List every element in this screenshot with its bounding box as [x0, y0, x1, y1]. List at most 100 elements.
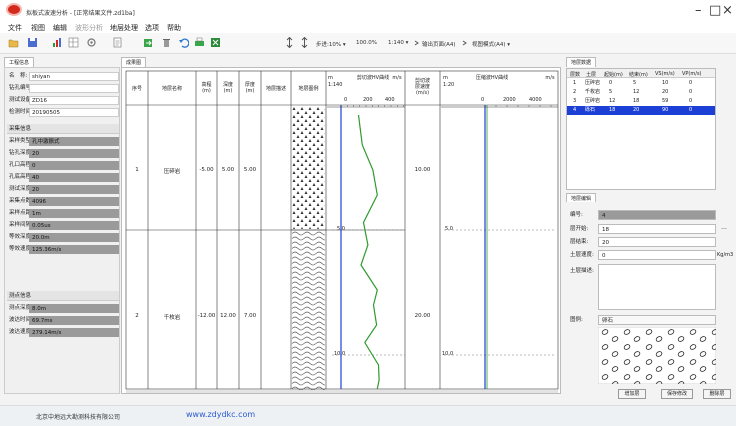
legend-select[interactable]: 卵石	[598, 315, 716, 325]
table-row[interactable]: 1 压碎岩 0 5 10 0	[567, 79, 715, 88]
hole-number-field[interactable]	[29, 84, 119, 93]
table-row[interactable]: 3 压碎岩 12 18 59 0	[567, 97, 715, 106]
zoom-percent[interactable]: 100.0%	[356, 40, 377, 46]
header-legend: 地层图例	[298, 86, 319, 92]
layer-data-grid: 层数 土层 起始(m) 结束(m) VS(m/s) VP(m/s) 1 压碎岩 0 5…	[566, 68, 716, 190]
print-icon[interactable]	[194, 37, 205, 48]
vp-scale: 1:20	[443, 82, 455, 88]
prop-row: 测试深度: 20	[7, 184, 119, 195]
close-button[interactable]: ×	[722, 4, 733, 17]
edit-row: 层开始: 18	[566, 224, 716, 234]
prop-row: 孔底高程: 40	[7, 172, 119, 183]
vs-unit: m/s	[392, 75, 402, 81]
header-layer-name: 地层名称	[161, 86, 182, 92]
vs-tick-label: 200	[363, 97, 373, 103]
velocity-unit: Kg/m3	[717, 252, 734, 258]
horizontal-scrollbar[interactable]	[126, 390, 558, 393]
number-field[interactable]: 4	[598, 210, 716, 220]
open-folder-icon[interactable]	[8, 37, 19, 48]
layer-thickness: 7.00	[243, 313, 257, 319]
description-textarea[interactable]	[598, 264, 716, 310]
column-header: 层数	[570, 72, 581, 78]
prop-row: 钻孔编号:	[7, 83, 119, 94]
document-icon[interactable]	[112, 37, 123, 48]
tab-layer-data[interactable]: 地层数据	[566, 57, 597, 67]
chart-icon[interactable]	[52, 37, 63, 48]
header-thickness: 厚度 (m)	[244, 82, 255, 94]
start-field[interactable]: 18	[598, 224, 716, 234]
move-up-down-icon[interactable]	[284, 37, 295, 48]
grid-icon[interactable]	[68, 37, 79, 48]
prop-row: 测试设备: ZD16	[7, 95, 119, 106]
step-dropdown[interactable]: 步进:10% ▾	[316, 40, 346, 48]
edit-row: 土层速度: 0	[566, 250, 716, 260]
maximize-button[interactable]: □	[709, 4, 721, 17]
project-name-field[interactable]: shiyan	[29, 72, 119, 81]
settings-icon[interactable]	[86, 37, 97, 48]
view-mode-dropdown[interactable]: 视图模式(A4) ▾	[472, 40, 510, 48]
vs-axis-ticks	[340, 105, 404, 107]
vp-unit: m/s	[545, 75, 555, 81]
vp-tick-label: 4000	[529, 97, 542, 103]
edit-row: 层结束: 20	[566, 237, 716, 247]
minimize-button[interactable]: –	[695, 4, 702, 17]
save-changes-button[interactable]: 保存修改	[661, 389, 693, 399]
scale-dropdown[interactable]: 1:140 ▾	[388, 40, 408, 46]
company-url[interactable]: www.zdydkc.com	[186, 410, 255, 419]
layer-depth: 5.00	[221, 167, 235, 173]
menu-file[interactable]: 文件	[8, 23, 22, 33]
device-field[interactable]: ZD16	[29, 96, 119, 105]
export-icon[interactable]	[143, 37, 154, 48]
table-row-selected[interactable]: 4 砾石 18 20 90 0	[567, 106, 715, 115]
menu-layer-processing[interactable]: 地层处理	[110, 23, 138, 33]
chevron-right-icon	[462, 40, 467, 46]
collect-section-title: 采集信息	[7, 124, 119, 134]
tab-result-sheet[interactable]: 成果图	[121, 57, 147, 67]
save-icon[interactable]	[27, 37, 38, 48]
menu-view[interactable]: 视图	[31, 23, 45, 33]
velocity-field[interactable]: 0	[598, 250, 716, 260]
layer-velocity: 10.00	[414, 167, 431, 173]
column-header: 起始(m)	[604, 72, 623, 78]
column-header: VP(m/s)	[682, 71, 702, 77]
prop-row: 检测时间: 20190505	[7, 107, 119, 118]
tab-project-info[interactable]: 工程信息	[4, 57, 35, 67]
output-page-dropdown[interactable]: 输出页面(A4)	[422, 40, 456, 48]
layer-editor: 编号: 4 层开始: 18 ... 层结束: 20 土层速度: 0 Kg/m3 土层描述…	[566, 202, 734, 402]
prop-row: 等效深度: 20.0m	[7, 232, 119, 243]
layer-depth: 12.00	[220, 313, 236, 319]
legend-phyllite-pattern	[292, 231, 325, 391]
vs-tick-label: 0	[344, 97, 348, 103]
prop-row: 等效速度: 125.36m/s	[7, 244, 119, 255]
menu-help[interactable]: 帮助	[167, 23, 181, 33]
header-depth: 深度 (m)	[222, 82, 233, 94]
vs-hv-chart	[327, 105, 405, 389]
table-row[interactable]: 2 千枚岩 5 12 20 0	[567, 88, 715, 97]
project-info-panel: 名 称: shiyan 钻孔编号: 测试设备: ZD16 检测时间: 20190505…	[4, 67, 120, 394]
column-header: 土层	[586, 72, 597, 78]
vp-depth-unit: m	[443, 75, 448, 81]
header-elevation: 高程 (m)	[201, 82, 212, 94]
layer-elevation: -12.00	[197, 313, 216, 319]
description-label: 土层描述:	[570, 268, 594, 274]
layer-velocity: 20.00	[414, 313, 431, 319]
layer-seq: 2	[135, 313, 139, 319]
app-logo-icon	[6, 3, 22, 16]
delete-icon[interactable]	[161, 37, 172, 48]
chevron-right-icon	[414, 40, 419, 46]
delete-layer-button[interactable]: 删除层	[703, 389, 731, 399]
menu-wave-analysis[interactable]: 波形分析	[75, 23, 103, 33]
excel-icon[interactable]	[210, 37, 221, 48]
test-time-field[interactable]: 20190505	[29, 108, 119, 117]
menu-options[interactable]: 选项	[145, 23, 159, 33]
more-icon[interactable]: ...	[716, 224, 732, 234]
fit-height-icon[interactable]	[299, 37, 310, 48]
vs-hv-curve	[357, 114, 380, 389]
add-layer-button[interactable]: 增加层	[618, 389, 646, 399]
menu-edit[interactable]: 编辑	[53, 23, 67, 33]
undo-icon[interactable]	[178, 37, 189, 48]
prop-row: 采样点距: 1m	[7, 208, 119, 219]
prop-row: 波达速度: 279.14m/s	[7, 327, 119, 338]
end-field[interactable]: 20	[598, 237, 716, 247]
vp-tick-label: 0	[481, 97, 485, 103]
